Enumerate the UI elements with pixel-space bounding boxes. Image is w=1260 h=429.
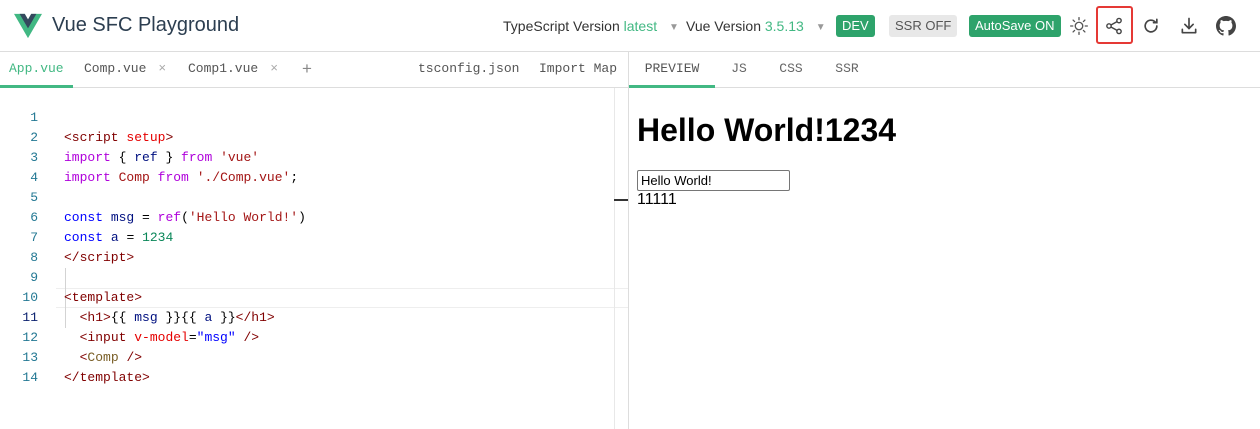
code-line: 10 <h1>{{ msg }}{{ a }}</h1> — [0, 268, 628, 325]
preview-comp-text: 11111 — [637, 191, 677, 208]
tab-js[interactable]: JS — [721, 52, 757, 88]
tab-app-vue[interactable]: App.vue — [0, 52, 73, 88]
close-icon[interactable]: × — [158, 61, 166, 76]
code-line: 14 — [0, 348, 628, 385]
reload-icon[interactable] — [1138, 13, 1164, 39]
preview-message-input[interactable] — [637, 170, 790, 191]
ssr-toggle-button[interactable]: SSR OFF — [889, 15, 958, 37]
tab-label: Comp.vue — [84, 61, 147, 76]
github-icon[interactable] — [1213, 13, 1239, 39]
tab-import-map[interactable]: Import Map — [539, 52, 617, 88]
autosave-toggle-button[interactable]: AutoSave ON — [969, 15, 1061, 37]
code-line-current: 11 <input v-model="msg" /> — [0, 288, 628, 345]
code-line: 9 <template> — [0, 248, 628, 305]
code-line: 3 import Comp from './Comp.vue'; — [0, 128, 628, 185]
header-bar: Vue SFC Playground TypeScript Version la… — [0, 0, 1260, 52]
vue-version-value: 3.5.13 — [764, 18, 804, 34]
add-file-button[interactable]: + — [302, 52, 312, 88]
close-icon[interactable]: × — [270, 61, 278, 76]
code-line: 12 <Comp /> — [0, 308, 628, 365]
code-editor[interactable]: 1 <script setup> 2 import { ref } from '… — [0, 88, 628, 429]
preview-heading: Hello World!1234 — [637, 112, 897, 148]
tab-label: Comp1.vue — [188, 61, 259, 76]
tab-label: App.vue — [9, 61, 64, 76]
code-line: 5 const msg = ref('Hello World!') — [0, 168, 628, 225]
tab-ssr[interactable]: SSR — [827, 52, 867, 88]
dev-toggle-button[interactable]: DEV — [836, 15, 875, 37]
ts-version-label: TypeScript Version — [503, 18, 620, 34]
code-line: 13 </template> — [0, 328, 628, 385]
vue-version-dropdown[interactable]: Vue Version 3.5.13 ▼ — [686, 18, 826, 34]
chevron-down-icon: ▼ — [668, 21, 679, 33]
code-line: 1 <script setup> — [0, 88, 628, 145]
line-number: 14 — [22, 370, 38, 385]
typescript-version-dropdown[interactable]: TypeScript Version latest ▼ — [503, 18, 679, 34]
code-line: 7 </script> — [0, 208, 628, 265]
preview-tabs-bar: PREVIEW JS CSS SSR — [629, 52, 1260, 88]
ts-version-value: latest — [623, 18, 658, 34]
code-line: 6 const a = 1234 — [0, 188, 628, 245]
theme-toggle-icon[interactable] — [1066, 13, 1092, 39]
preview-pane: Hello World!1234 11111 — [629, 88, 1260, 429]
vue-version-label: Vue Version — [686, 18, 761, 34]
tab-css[interactable]: CSS — [771, 52, 811, 88]
tab-tsconfig[interactable]: tsconfig.json — [418, 52, 519, 88]
app-title: Vue SFC Playground — [52, 14, 240, 36]
code-line: 8 — [0, 228, 628, 265]
code-line: 2 import { ref } from 'vue' — [0, 108, 628, 165]
tab-comp-vue[interactable]: Comp.vue × — [84, 52, 166, 88]
share-icon[interactable] — [1101, 13, 1127, 39]
file-tabs-bar: App.vue Comp.vue × Comp1.vue × + tsconfig.… — [0, 52, 628, 88]
tab-preview[interactable]: PREVIEW — [629, 52, 715, 88]
tab-comp1-vue[interactable]: Comp1.vue × — [188, 52, 278, 88]
download-icon[interactable] — [1176, 13, 1202, 39]
chevron-down-icon: ▼ — [815, 21, 826, 33]
code-line: 4 — [0, 148, 628, 185]
vue-logo-icon — [14, 13, 42, 39]
